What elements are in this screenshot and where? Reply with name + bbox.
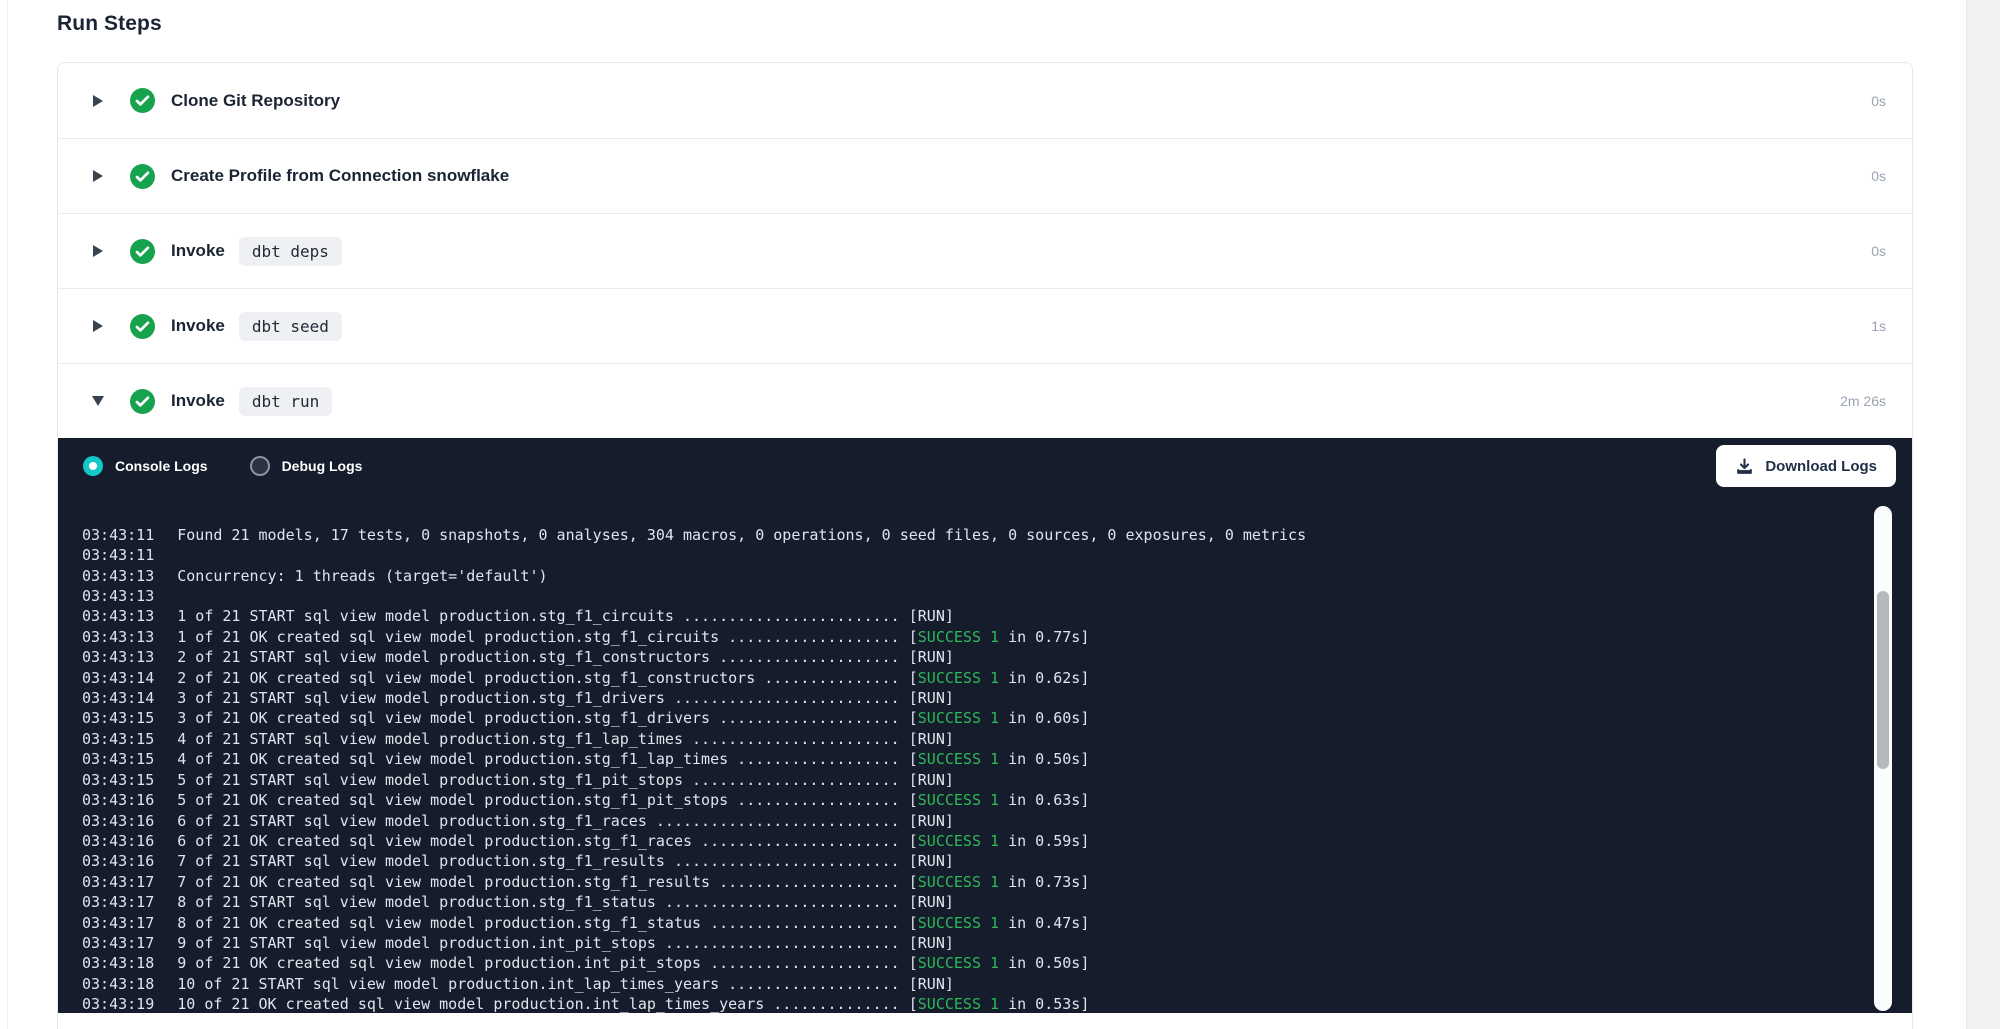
step-row-dbt-run[interactable]: Invoke dbt run 2m 26s [58,363,1912,438]
check-circle-icon [130,164,155,189]
step-row-clone-git-repository[interactable]: Clone Git Repository 0s [58,63,1912,138]
log-line: 03:43:13Concurrency: 1 threads (target='… [82,566,1872,586]
command-badge: dbt deps [239,237,342,266]
caret-down-icon[interactable] [90,396,106,406]
log-line: 03:43:165 of 21 OK created sql view mode… [82,790,1872,810]
log-panel: Console Logs Debug Logs Download Logs 03… [58,438,1912,1013]
run-steps-card: Clone Git Repository0sCreate Profile fro… [57,62,1913,1029]
step-row-dbt-seed[interactable]: Invoke dbt seed 1s [58,288,1912,363]
log-line: 03:43:1910 of 21 OK created sql view mod… [82,994,1872,1013]
log-line: 03:43:13 [82,586,1872,606]
download-logs-button[interactable]: Download Logs [1716,445,1896,487]
console-logs-label: Console Logs [115,458,208,474]
log-line: 03:43:153 of 21 OK created sql view mode… [82,708,1872,728]
download-logs-label: Download Logs [1765,458,1877,475]
run-steps-list: Clone Git Repository0sCreate Profile fro… [58,63,1912,438]
log-line: 03:43:166 of 21 OK created sql view mode… [82,831,1872,851]
step-duration: 0s [1871,93,1886,109]
console-logs-radio[interactable]: Console Logs [83,456,208,476]
debug-logs-radio[interactable]: Debug Logs [250,456,363,476]
step-duration: 2m 26s [1840,393,1886,409]
left-edge-divider [7,0,8,1029]
right-gutter [1966,0,2000,1029]
step-row-dbt-deps[interactable]: Invoke dbt deps 0s [58,213,1912,288]
download-tray-icon [1735,457,1754,476]
log-line: 03:43:131 of 21 OK created sql view mode… [82,627,1872,647]
step-row-create-profile-from-connection-snowflake[interactable]: Create Profile from Connection snowflake… [58,138,1912,213]
page-title: Run Steps [57,12,162,36]
log-toolbar: Console Logs Debug Logs Download Logs [58,438,1912,494]
command-badge: dbt run [239,387,332,416]
log-line: 03:43:179 of 21 START sql view model pro… [82,933,1872,953]
command-badge: dbt seed [239,312,342,341]
console-log-output: 03:43:11Found 21 models, 17 tests, 0 sna… [58,494,1912,1013]
log-line: 03:43:167 of 21 START sql view model pro… [82,851,1872,871]
step-label: Clone Git Repository [171,91,340,111]
step-duration: 0s [1871,243,1886,259]
log-line: 03:43:155 of 21 START sql view model pro… [82,770,1872,790]
log-line: 03:43:154 of 21 START sql view model pro… [82,729,1872,749]
log-line: 03:43:177 of 21 OK created sql view mode… [82,872,1872,892]
check-circle-icon [130,389,155,414]
log-line: 03:43:132 of 21 START sql view model pro… [82,647,1872,667]
radio-selected-icon[interactable] [83,456,103,476]
caret-right-icon[interactable] [90,170,106,182]
radio-unselected-icon[interactable] [250,456,270,476]
log-line: 03:43:178 of 21 START sql view model pro… [82,892,1872,912]
check-circle-icon [130,239,155,264]
step-label: Invoke [171,316,225,336]
log-line: 03:43:11Found 21 models, 17 tests, 0 sna… [82,525,1872,545]
log-line: 03:43:166 of 21 START sql view model pro… [82,811,1872,831]
step-label: Invoke [171,391,225,411]
log-line: 03:43:11 [82,545,1872,565]
caret-right-icon[interactable] [90,95,106,107]
log-line: 03:43:142 of 21 OK created sql view mode… [82,668,1872,688]
step-duration: 0s [1871,168,1886,184]
log-scrollbar-track[interactable] [1874,506,1892,1011]
check-circle-icon [130,88,155,113]
log-line: 03:43:189 of 21 OK created sql view mode… [82,953,1872,973]
check-circle-icon [130,314,155,339]
log-line: 03:43:154 of 21 OK created sql view mode… [82,749,1872,769]
caret-right-icon[interactable] [90,320,106,332]
step-label: Create Profile from Connection snowflake [171,166,509,186]
step-duration: 1s [1871,318,1886,334]
log-scrollbar-thumb[interactable] [1877,591,1889,769]
step-label: Invoke [171,241,225,261]
debug-logs-label: Debug Logs [282,458,363,474]
caret-right-icon[interactable] [90,245,106,257]
log-line: 03:43:131 of 21 START sql view model pro… [82,606,1872,626]
log-line: 03:43:178 of 21 OK created sql view mode… [82,913,1872,933]
log-line: 03:43:1810 of 21 START sql view model pr… [82,974,1872,994]
log-line: 03:43:143 of 21 START sql view model pro… [82,688,1872,708]
log-lines: 03:43:11Found 21 models, 17 tests, 0 sna… [82,525,1872,1013]
